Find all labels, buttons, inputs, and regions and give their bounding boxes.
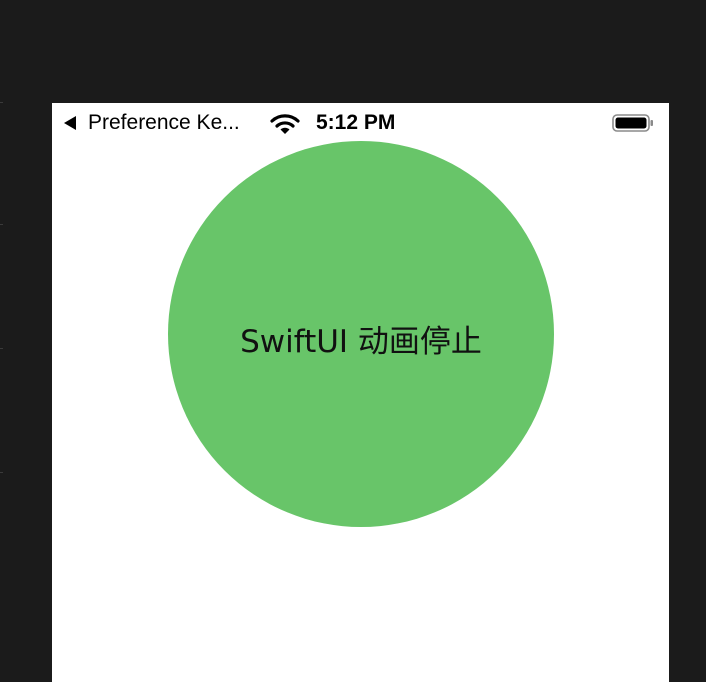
battery-icon — [612, 114, 653, 132]
back-app-label: Preference Ke... — [88, 111, 240, 134]
status-time: 5:12 PM — [316, 111, 396, 134]
window-edge-mark — [0, 472, 3, 473]
back-to-app-button[interactable]: Preference Ke... — [64, 111, 240, 135]
status-bar: Preference Ke... 5:12 PM — [52, 103, 669, 143]
circle-label: SwiftUI 动画停止 — [240, 323, 482, 360]
simulator-window: Preference Ke... 5:12 PM SwiftUI 动画停止 — [0, 0, 706, 682]
animated-circle: SwiftUI 动画停止 — [168, 141, 554, 527]
window-edge-mark — [0, 224, 3, 225]
window-edge-mark — [0, 102, 3, 103]
back-triangle-icon — [64, 116, 76, 130]
device-screen: Preference Ke... 5:12 PM SwiftUI 动画停止 — [52, 103, 669, 682]
window-edge-mark — [0, 348, 3, 349]
wifi-icon — [270, 114, 300, 134]
